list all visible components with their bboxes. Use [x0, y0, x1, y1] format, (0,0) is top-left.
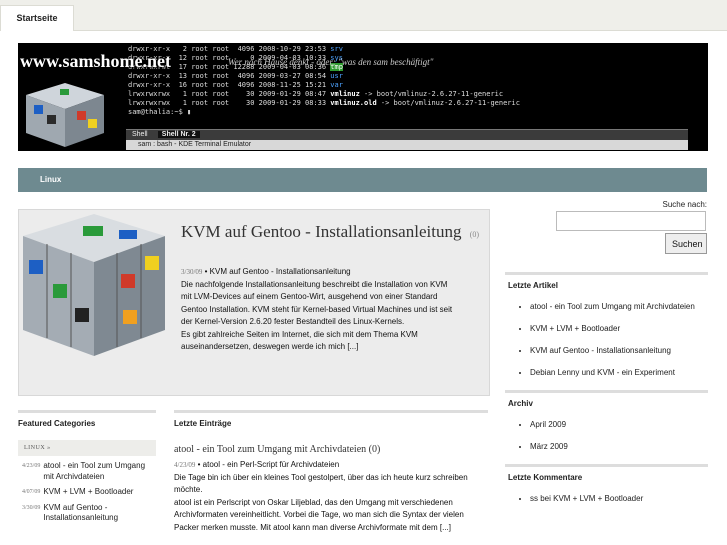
terminal-line: drwxr-xr-x 16 root root 4096 2008-11-25 …: [128, 81, 343, 89]
latest-entries: Letzte Einträge atool - ein Tool zum Umg…: [174, 410, 488, 534]
post-date: 3/30/09: [181, 268, 203, 276]
terminal-tab: Shell: [132, 131, 148, 138]
nav-item-linux[interactable]: Linux: [40, 168, 61, 192]
search-input[interactable]: [556, 211, 706, 231]
recent-comments-heading: Letzte Kommentare: [505, 464, 708, 488]
category-post-title[interactable]: KVM + LVM + Bootloader: [43, 487, 133, 498]
entry-title[interactable]: atool - ein Tool zum Umgang mit Archivda…: [174, 444, 488, 455]
terminal-title: sam : bash - KDE Terminal Emulator: [138, 141, 252, 148]
post-date: 4/07/09: [22, 489, 41, 495]
tab-startseite[interactable]: Startseite: [0, 5, 74, 31]
right-sidebar: Letzte Artikel atool - ein Tool zum Umga…: [505, 272, 708, 516]
archive-link[interactable]: April 2009: [530, 420, 708, 429]
recent-article-link[interactable]: KVM auf Gentoo - Installationsanleitung: [530, 346, 708, 355]
archive-list: April 2009 März 2009: [505, 420, 708, 451]
post-date: 4/23/09: [22, 463, 41, 469]
post-body-text-2: Es gibt zahlreiche Seiten im Internet, d…: [181, 329, 418, 352]
search-label: Suche nach:: [662, 200, 707, 209]
latest-entries-heading: Letzte Einträge: [174, 410, 488, 434]
post-date: 3/30/09: [22, 504, 41, 511]
category-post[interactable]: 3/30/09 KVM auf Gentoo - Installationsanl…: [22, 503, 152, 524]
entry-excerpt: 4/23/09 • atool - ein Perl-Script für Ar…: [174, 460, 468, 532]
post-date: 4/23/09: [174, 461, 196, 469]
recent-article-link[interactable]: Debian Lenny und KVM - ein Experiment: [530, 368, 708, 377]
rubiks-cube-image: [23, 214, 165, 356]
recent-comment-link[interactable]: ss bei KVM + LVM + Bootloader: [530, 494, 708, 503]
entry-body-text: Die Tage bin ich über ein kleines Tool g…: [174, 472, 468, 495]
category-linux[interactable]: LINUX »: [18, 440, 156, 456]
category-post-title[interactable]: KVM auf Gentoo - Installationsanleitung: [43, 503, 152, 524]
archive-link[interactable]: März 2009: [530, 442, 708, 451]
archive-heading: Archiv: [505, 390, 708, 414]
terminal-tab-active: Shell Nr. 2: [157, 131, 200, 138]
terminal-line: lrwxrwxrwx 1 root root 30 2009-01-29 08:…: [128, 90, 504, 98]
comments-count: (0): [368, 444, 381, 455]
terminal-line: lrwxrwxrwx 1 root root 30 2009-01-29 08:…: [128, 99, 520, 107]
recent-articles-list: atool - ein Tool zum Umgang mit Archivda…: [505, 302, 708, 377]
entry-title-text[interactable]: atool - ein Tool zum Umgang mit Archivda…: [174, 444, 366, 455]
category-navbar: Linux: [18, 168, 707, 192]
category-post[interactable]: 4/23/09 atool - ein Tool zum Umgang mit A…: [22, 461, 152, 482]
post-body-text: Die nachfolgende Installationsanleitung …: [181, 279, 453, 327]
featured-post-title[interactable]: KVM auf Gentoo - Installationsanleitung …: [181, 222, 481, 245]
top-menu-bar: Startseite: [0, 0, 727, 31]
category-post[interactable]: 4/07/09 KVM + LVM + Bootloader: [22, 487, 152, 498]
recent-article-link[interactable]: atool - ein Tool zum Umgang mit Archivda…: [530, 302, 708, 311]
site-logo-text[interactable]: www.samshome.net: [20, 51, 171, 72]
entry-subtitle: atool - ein Perl-Script für Archivdateie…: [202, 460, 340, 469]
terminal-line: drwxr-xr-x 13 root root 4096 2009-03-27 …: [128, 72, 343, 80]
terminal-tabs: Shell Shell Nr. 2: [126, 129, 688, 140]
featured-post-title-text[interactable]: KVM auf Gentoo - Installationsanleitung: [181, 222, 461, 241]
featured-post-excerpt: 3/30/09 • KVM auf Gentoo - Installations…: [181, 267, 453, 352]
terminal-line: sam@thalia:~$ ▮: [128, 108, 192, 116]
terminal-titlebar: sam : bash - KDE Terminal Emulator: [126, 140, 688, 150]
post-subtitle: KVM auf Gentoo - Installationsanleitung: [209, 267, 351, 276]
featured-categories: Featured Categories LINUX » 4/23/09 atool…: [18, 410, 156, 529]
comments-count: (0): [469, 230, 480, 239]
recent-articles-heading: Letzte Artikel: [505, 272, 708, 296]
search-button[interactable]: Suchen: [665, 233, 707, 254]
category-post-title[interactable]: atool - ein Tool zum Umgang mit Archivda…: [43, 461, 152, 482]
site-tagline: Wer nach Hause denkt - oder: "was den sa…: [228, 57, 434, 67]
recent-comments-list: ss bei KVM + LVM + Bootloader: [505, 494, 708, 503]
recent-article-link[interactable]: KVM + LVM + Bootloader: [530, 324, 708, 333]
featured-post: KVM auf Gentoo - Installationsanleitung …: [18, 209, 490, 396]
featured-categories-heading: Featured Categories: [18, 410, 156, 434]
rubiks-cube-logo: [26, 83, 104, 147]
entry-body-text-2: atool ist ein Perlscript von Oskar Lilje…: [174, 497, 464, 532]
header-banner: drwxr-xr-x 2 root root 4096 2008-10-29 2…: [18, 43, 708, 151]
